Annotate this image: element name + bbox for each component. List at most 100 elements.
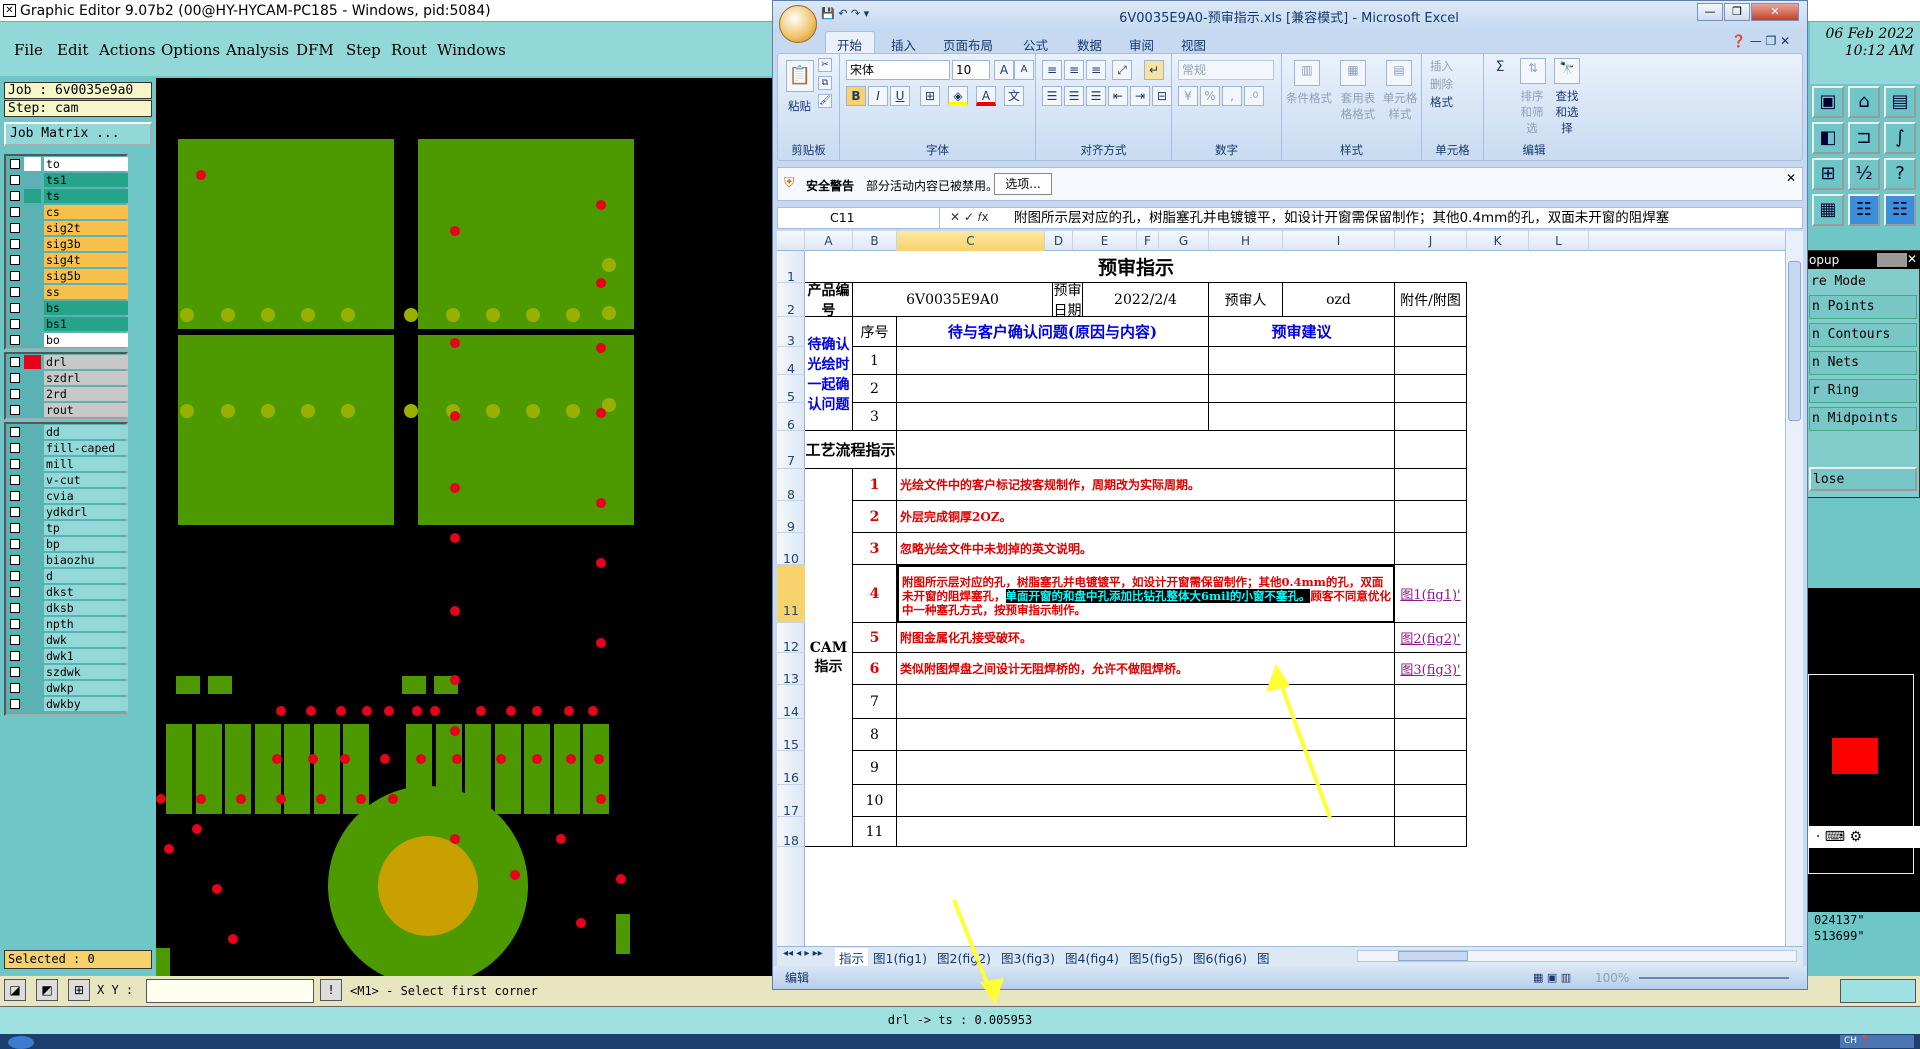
- attachment-link[interactable]: [1395, 751, 1467, 785]
- seq-cell[interactable]: 1: [853, 469, 897, 501]
- sheet-tab[interactable]: 图3(fig3): [1001, 948, 1055, 967]
- seq-cell[interactable]: 5: [853, 623, 897, 653]
- row-header[interactable]: 18: [777, 817, 805, 848]
- layer-name[interactable]: npth: [44, 617, 128, 631]
- grid-icon[interactable]: ⊞: [68, 979, 90, 1001]
- flow-cell[interactable]: [897, 431, 1395, 469]
- cam-instruction-cell[interactable]: 外层完成铜厚2OZ。: [897, 501, 1395, 533]
- layer-row[interactable]: dkst: [6, 584, 128, 600]
- column-header[interactable]: K: [1467, 231, 1529, 251]
- layer-row[interactable]: ts1: [6, 172, 128, 188]
- formula-buttons[interactable]: ✕ ✓ 𝑓x: [950, 210, 989, 225]
- sheet-tab[interactable]: 图6(fig6): [1193, 948, 1247, 967]
- confirm-section-label[interactable]: 待确认光绘时一起确认问题: [805, 317, 853, 431]
- reviewer-value[interactable]: ozd: [1283, 283, 1395, 317]
- layer-checkbox[interactable]: [10, 459, 20, 469]
- layer-name[interactable]: dksb: [44, 601, 128, 615]
- restore-button[interactable]: ❐: [1724, 3, 1750, 21]
- zoom-level[interactable]: 100%: [1595, 966, 1629, 989]
- menu-options[interactable]: Options: [161, 41, 220, 59]
- layer-row[interactable]: dwkp: [6, 680, 128, 696]
- layer-color-swatch[interactable]: [24, 387, 41, 401]
- help-icon[interactable]: ?: [1884, 158, 1916, 190]
- table-format-label[interactable]: 套用表格格式: [1338, 90, 1378, 122]
- row-header[interactable]: 11: [777, 565, 805, 623]
- layer-color-swatch[interactable]: [24, 697, 41, 711]
- phonetic-icon[interactable]: 文: [1004, 86, 1024, 106]
- popup-item[interactable]: r Ring: [1809, 379, 1917, 403]
- sheet-tab[interactable]: 图1(fig1): [873, 948, 927, 967]
- attachment-label[interactable]: 附件/附图: [1395, 283, 1467, 317]
- tab-page-layout[interactable]: 页面布局: [943, 35, 993, 54]
- attachment-link[interactable]: [1395, 685, 1467, 719]
- layer-checkbox[interactable]: [10, 191, 20, 201]
- sheet-title[interactable]: 预审指示: [805, 251, 1467, 283]
- cam-instruction-cell[interactable]: [897, 685, 1395, 719]
- orientation-icon[interactable]: ⤢: [1112, 60, 1132, 80]
- job-matrix-button[interactable]: Job Matrix ...: [4, 122, 152, 146]
- delete-cells-button[interactable]: 删除: [1430, 76, 1453, 92]
- cam-instruction-cell[interactable]: 附图所示层对应的孔，树脂塞孔并电镀镀平，如设计开窗需保留制作；其他0.4mm的孔…: [897, 565, 1395, 623]
- layer-checkbox[interactable]: [10, 223, 20, 233]
- layer-checkbox[interactable]: [10, 271, 20, 281]
- seq-cell[interactable]: 9: [853, 751, 897, 785]
- toolbar-button[interactable]: ⊞: [1812, 158, 1844, 190]
- layer-row[interactable]: rout: [6, 402, 128, 418]
- layer-checkbox[interactable]: [10, 699, 20, 709]
- layer-color-swatch[interactable]: [24, 371, 41, 385]
- toolbar-button[interactable]: ☷: [1848, 194, 1880, 226]
- spreadsheet-grid[interactable]: ABCDEFGHIJKL 1 2 3 4 5 6 7 8 9 10 11 12 13 14 15 16 17 18…: [777, 231, 1785, 946]
- help-icon[interactable]: ❓ — ❐ ✕: [1731, 34, 1790, 48]
- layer-color-swatch[interactable]: [24, 403, 41, 417]
- layer-name[interactable]: sig3b: [44, 237, 128, 251]
- attachment-link[interactable]: [1395, 501, 1467, 533]
- layer-checkbox[interactable]: [10, 619, 20, 629]
- layer-checkbox[interactable]: [10, 507, 20, 517]
- layer-checkbox[interactable]: [10, 255, 20, 265]
- date-label[interactable]: 预审日期: [1053, 283, 1083, 317]
- increase-decimal-icon[interactable]: .0: [1244, 86, 1264, 106]
- popup-close-button[interactable]: lose: [1809, 467, 1917, 491]
- align-left-icon[interactable]: ☰: [1042, 86, 1062, 106]
- column-header[interactable]: E: [1073, 231, 1137, 251]
- home-icon[interactable]: ⌂: [1848, 86, 1880, 118]
- layer-row[interactable]: ss: [6, 284, 128, 300]
- layer-name[interactable]: fill-caped: [44, 441, 128, 455]
- advice-cell[interactable]: [1209, 347, 1395, 375]
- layer-checkbox[interactable]: [10, 303, 20, 313]
- layer-name[interactable]: biaozhu: [44, 553, 128, 567]
- layer-row[interactable]: bp: [6, 536, 128, 552]
- percent-icon[interactable]: %: [1200, 86, 1220, 106]
- layer-checkbox[interactable]: [10, 491, 20, 501]
- sheet-tab[interactable]: 图5(fig5): [1129, 948, 1183, 967]
- layer-color-swatch[interactable]: [24, 505, 41, 519]
- toolbar-button[interactable]: ∫: [1884, 122, 1916, 154]
- layer-name[interactable]: szdrl: [44, 371, 128, 385]
- align-right-icon[interactable]: ☰: [1086, 86, 1106, 106]
- align-bottom-icon[interactable]: ≡: [1086, 60, 1106, 80]
- row-header[interactable]: 16: [777, 751, 805, 785]
- font-name-select[interactable]: 宋体: [846, 60, 950, 80]
- tab-home[interactable]: 开始: [837, 35, 862, 54]
- layer-checkbox[interactable]: [10, 635, 20, 645]
- merge-cells-icon[interactable]: ⊟: [1152, 86, 1172, 106]
- cell-style-icon[interactable]: ▤: [1386, 60, 1412, 86]
- seq-cell[interactable]: 8: [853, 719, 897, 751]
- layer-checkbox[interactable]: [10, 683, 20, 693]
- paste-icon[interactable]: 📋: [786, 60, 814, 92]
- tab-review[interactable]: 审阅: [1129, 35, 1154, 54]
- sheet-tab[interactable]: 图: [1257, 948, 1270, 967]
- view-buttons[interactable]: ▦ ▣ ▥: [1533, 966, 1571, 989]
- layer-name[interactable]: bs1: [44, 317, 128, 331]
- layer-row[interactable]: npth: [6, 616, 128, 632]
- attachment-link[interactable]: [1395, 817, 1467, 847]
- popup-item[interactable]: n Points: [1809, 295, 1917, 319]
- layer-row[interactable]: bs: [6, 300, 128, 316]
- layer-color-swatch[interactable]: [24, 489, 41, 503]
- close-button[interactable]: ✕: [1751, 3, 1799, 21]
- cam-instruction-cell[interactable]: 类似附图焊盘之间设计无阻焊桥的，允许不做阻焊桥。: [897, 653, 1395, 685]
- insert-cells-button[interactable]: 插入: [1430, 58, 1453, 74]
- measure-icon[interactable]: ◩: [36, 979, 58, 1001]
- layer-name[interactable]: sig4t: [44, 253, 128, 267]
- attachment-link[interactable]: [1395, 785, 1467, 817]
